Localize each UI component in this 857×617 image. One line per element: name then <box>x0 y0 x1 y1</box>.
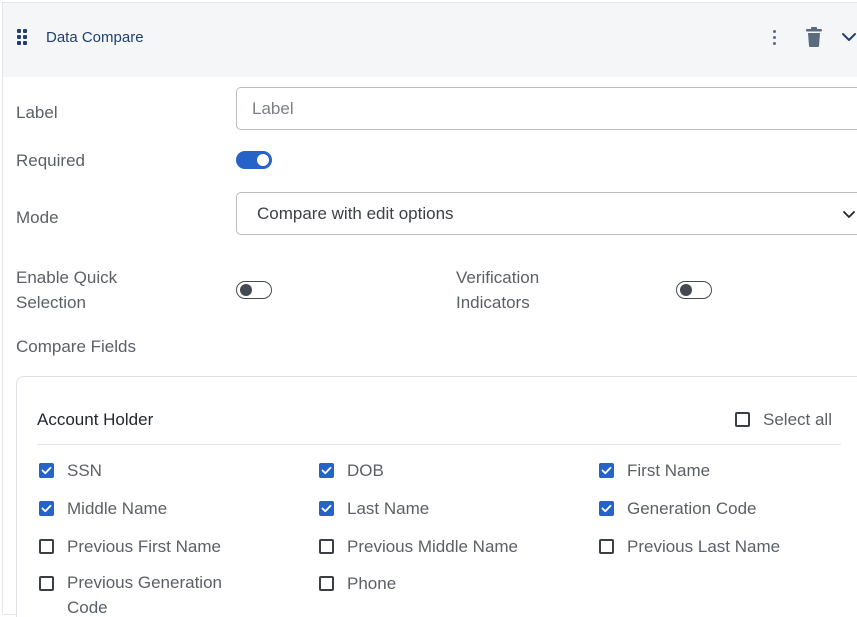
checkbox-icon <box>319 576 334 591</box>
verification-indicators-label: Verification Indicators <box>456 268 540 312</box>
checkbox-label: Middle Name <box>67 499 168 518</box>
toggle-knob <box>257 154 269 166</box>
checkbox-label: Phone <box>347 574 397 593</box>
checkbox-label: Previous Middle Name <box>347 537 519 556</box>
quick-selection-label: Enable Quick Selection <box>16 268 118 312</box>
checkbox-icon <box>39 539 54 554</box>
checkbox-checked-icon <box>39 463 54 478</box>
mode-label: Mode <box>16 208 59 227</box>
label-input[interactable] <box>236 87 857 130</box>
trash-icon[interactable] <box>804 26 824 48</box>
checkbox-checked-icon <box>599 501 614 516</box>
chevron-down-icon[interactable] <box>841 30 857 44</box>
mode-select[interactable]: Compare with edit options <box>236 192 857 235</box>
checkbox-icon <box>39 576 54 591</box>
checkbox-label: Previous First Name <box>67 537 221 556</box>
kebab-menu-icon[interactable] <box>769 27 781 47</box>
data-compare-panel: Data Compare Label Required Mode Compare… <box>2 2 857 617</box>
checkbox-label: Previous Last Name <box>627 537 781 556</box>
chevron-down-icon <box>842 208 856 220</box>
mode-select-value: Compare with edit options <box>257 204 454 223</box>
checkbox-label: DOB <box>347 461 384 480</box>
toggle-knob <box>680 283 692 296</box>
select-all-label: Select all <box>763 410 832 429</box>
checkbox-icon <box>599 539 614 554</box>
checkbox-icon <box>319 539 334 554</box>
checkbox-label: Previous Generation Code <box>67 573 222 617</box>
drag-handle-icon[interactable] <box>15 28 29 46</box>
checkbox-label: SSN <box>67 461 102 480</box>
section-title: Account Holder <box>37 410 154 429</box>
checkbox-checked-icon <box>319 501 334 516</box>
checkbox-label: First Name <box>627 461 711 480</box>
required-toggle[interactable] <box>236 151 272 169</box>
verification-indicators-toggle[interactable] <box>676 281 712 299</box>
checkbox-checked-icon <box>599 463 614 478</box>
label-field-label: Label <box>16 103 58 122</box>
required-label: Required <box>16 151 85 170</box>
checkbox-checked-icon <box>39 501 54 516</box>
panel-header[interactable]: Data Compare <box>3 3 857 77</box>
compare-fields-label: Compare Fields <box>16 337 136 356</box>
checkbox-label: Last Name <box>347 499 430 518</box>
compare-fields-box: Account Holder Select all SSN DOB First … <box>16 376 857 617</box>
panel-title: Data Compare <box>46 29 144 46</box>
checkbox-icon <box>735 412 750 427</box>
quick-selection-toggle[interactable] <box>236 281 272 299</box>
checkbox-checked-icon <box>319 463 334 478</box>
checkbox-label: Generation Code <box>627 499 757 518</box>
divider <box>37 444 841 445</box>
toggle-knob <box>240 283 252 296</box>
